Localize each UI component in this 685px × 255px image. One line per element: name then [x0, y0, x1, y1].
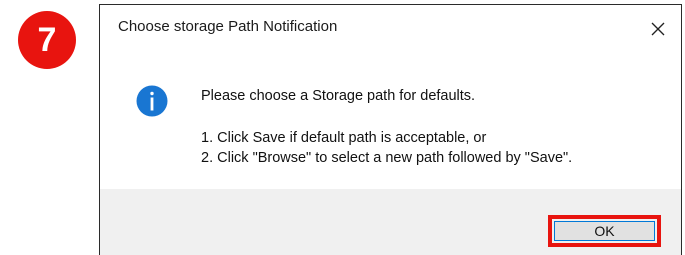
instruction-line: 1. Click Save if default path is accepta…: [201, 130, 487, 146]
screenshot-stage: 7 Choose storage Path Notification Pleas…: [0, 0, 685, 255]
dialog-titlebar: Choose storage Path Notification: [100, 5, 681, 53]
storage-path-dialog: Choose storage Path Notification Please …: [99, 4, 682, 255]
dialog-title: Choose storage Path Notification: [118, 18, 338, 35]
main-instruction: Please choose a Storage path for default…: [201, 88, 476, 104]
instruction-line: 2. Click "Browse" to select a new path f…: [201, 150, 573, 166]
instruction-detail: 1. Click Save if default path is accepta…: [201, 128, 572, 168]
close-button[interactable]: [635, 5, 681, 53]
close-icon: [651, 22, 665, 36]
dialog-body: Please choose a Storage path for default…: [100, 53, 681, 189]
dialog-footer: OK: [100, 189, 681, 255]
step-number-badge: 7: [18, 11, 76, 69]
info-icon: [136, 85, 168, 117]
ok-button[interactable]: OK: [554, 221, 655, 241]
